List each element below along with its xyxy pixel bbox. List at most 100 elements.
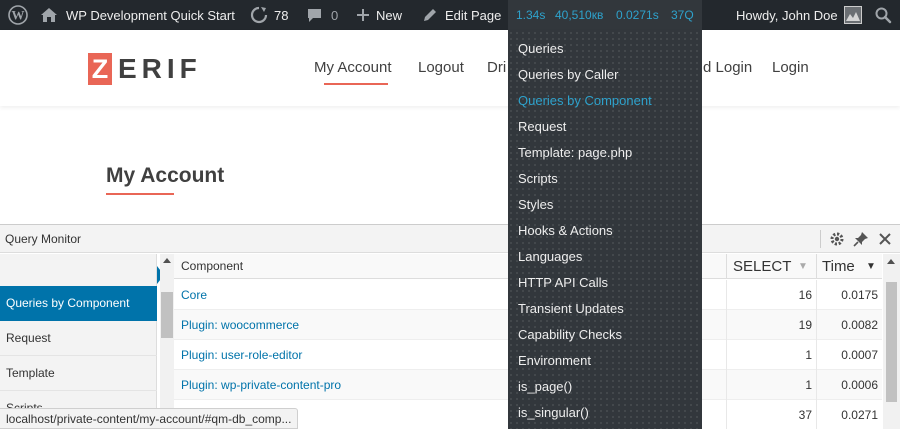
page-title: My Account (106, 164, 225, 187)
menu-item-capability-checks[interactable]: Capability Checks (518, 322, 622, 348)
account-menu[interactable]: Howdy, John Doe (736, 0, 862, 30)
wordpress-logo-icon[interactable]: W (8, 0, 28, 30)
search-icon[interactable] (874, 0, 892, 30)
site-logo[interactable]: Z ERIF (88, 53, 202, 85)
qm-nav-request[interactable]: Request (0, 321, 157, 356)
pin-icon[interactable] (853, 231, 869, 247)
menu-item-queries[interactable]: Queries (518, 36, 564, 62)
column-header-time[interactable]: Time (822, 254, 855, 279)
pencil-icon (422, 7, 438, 23)
column-divider (816, 280, 817, 310)
sort-arrow-icon[interactable]: ▼ (866, 254, 876, 279)
new-label: New (376, 7, 403, 23)
menu-item-transient-updates[interactable]: Transient Updates (518, 296, 624, 322)
scrollbar-thumb[interactable] (161, 292, 173, 338)
column-divider (816, 340, 817, 370)
column-divider (726, 400, 727, 429)
svg-text:W: W (12, 8, 25, 23)
qm-dropdown-menu: Queries Queries by Caller Queries by Com… (508, 30, 702, 429)
nav-active-underline (324, 83, 388, 85)
nav-item-login-partial[interactable]: d Login (703, 59, 752, 76)
query-monitor-stats[interactable]: 1.34s 40,510кв 0.0271s 37Q (508, 0, 702, 30)
column-divider (816, 400, 817, 429)
nav-my-account[interactable]: My Account (314, 59, 392, 76)
close-icon[interactable] (877, 231, 893, 247)
logo-text: ERIF (118, 53, 202, 84)
home-icon (40, 7, 58, 23)
sort-arrow-icon[interactable]: ▼ (798, 254, 808, 279)
component-link[interactable]: Plugin: user-role-editor (181, 340, 302, 370)
qm-query-count: 37Q (671, 8, 694, 22)
comments-count: 0 (331, 7, 339, 23)
query-time: 0.0007 (841, 348, 878, 362)
query-monitor-panel: Query Monitor Queries by Component Reque… (0, 224, 900, 429)
qm-titlebar-divider (820, 230, 821, 248)
logo-mark: Z (88, 53, 112, 85)
qm-page-time: 1.34s (516, 8, 546, 22)
updates-count: 78 (274, 7, 289, 23)
qm-titlebar: Query Monitor (0, 225, 900, 253)
column-divider (726, 280, 727, 310)
new-content-link[interactable]: New (356, 0, 402, 30)
qm-nav-queries-by-component[interactable]: Queries by Component (0, 286, 157, 321)
scrollbar-thumb[interactable] (886, 282, 897, 402)
column-divider (726, 370, 727, 400)
comments-link[interactable]: 0 (306, 0, 338, 30)
select-count: 19 (798, 318, 812, 332)
column-divider (816, 370, 817, 400)
query-time: 0.0082 (841, 318, 878, 332)
select-count: 1 (805, 378, 812, 392)
nav-item-partial[interactable]: Dri (487, 59, 506, 76)
qm-nav-template[interactable]: Template (0, 356, 157, 391)
browser-status-url: localhost/private-content/my-account/#qm… (0, 408, 299, 429)
nav-logout[interactable]: Logout (418, 59, 464, 76)
avatar (843, 6, 862, 24)
qm-table-scrollbar[interactable] (883, 254, 900, 429)
edit-page-label: Edit Page (445, 7, 502, 23)
column-header-component[interactable]: Component (181, 254, 243, 279)
gear-icon[interactable] (829, 231, 845, 247)
component-link[interactable]: Plugin: wp-private-content-pro (181, 370, 341, 400)
title-underline (106, 193, 174, 195)
scroll-up-arrow-icon[interactable] (887, 259, 895, 264)
comment-bubble-icon (306, 7, 323, 23)
menu-item-queries-by-caller[interactable]: Queries by Caller (518, 62, 618, 88)
column-header-select[interactable]: SELECT (733, 254, 791, 279)
qm-sidebar: Queries by Component Request Template Sc… (0, 254, 157, 429)
column-divider (816, 310, 817, 340)
column-divider (726, 340, 727, 370)
site-name-label: WP Development Quick Start (66, 7, 235, 23)
plus-icon (356, 8, 370, 22)
updates-link[interactable]: 78 (250, 0, 288, 30)
menu-item-environment[interactable]: Environment (518, 348, 591, 374)
menu-item-styles[interactable]: Styles (518, 192, 553, 218)
refresh-icon (250, 6, 268, 24)
column-divider (816, 254, 817, 279)
site-header: Z ERIF My Account Logout Dri d Login Log… (0, 30, 900, 106)
qm-db-time: 0.0271s (616, 8, 659, 22)
query-time: 0.0175 (841, 288, 878, 302)
scroll-up-arrow-icon[interactable] (163, 258, 171, 263)
qm-sidebar-scrollbar[interactable] (160, 254, 174, 429)
edit-page-link[interactable]: Edit Page (422, 0, 501, 30)
menu-item-scripts[interactable]: Scripts (518, 166, 558, 192)
menu-item-template[interactable]: Template: page.php (518, 140, 632, 166)
site-name-link[interactable]: WP Development Quick Start (40, 0, 235, 30)
menu-item-request[interactable]: Request (518, 114, 566, 140)
menu-item-languages[interactable]: Languages (518, 244, 582, 270)
qm-panel-title: Query Monitor (5, 232, 82, 246)
component-link[interactable]: Plugin: woocommerce (181, 310, 299, 340)
component-link[interactable]: Core (181, 280, 207, 310)
menu-item-hooks-actions[interactable]: Hooks & Actions (518, 218, 613, 244)
query-time: 0.0006 (841, 378, 878, 392)
greeting-label: Howdy, John Doe (736, 7, 838, 23)
select-count-total: 37 (798, 408, 812, 422)
nav-login[interactable]: Login (772, 59, 809, 76)
select-count: 16 (798, 288, 812, 302)
admin-bar: W WP Development Quick Start 78 0 New Ed… (0, 0, 900, 30)
column-divider (726, 310, 727, 340)
menu-item-queries-by-component[interactable]: Queries by Component (518, 88, 652, 114)
menu-item-is-page[interactable]: is_page() (518, 374, 572, 400)
menu-item-is-singular[interactable]: is_singular() (518, 400, 589, 426)
menu-item-http-api-calls[interactable]: HTTP API Calls (518, 270, 608, 296)
